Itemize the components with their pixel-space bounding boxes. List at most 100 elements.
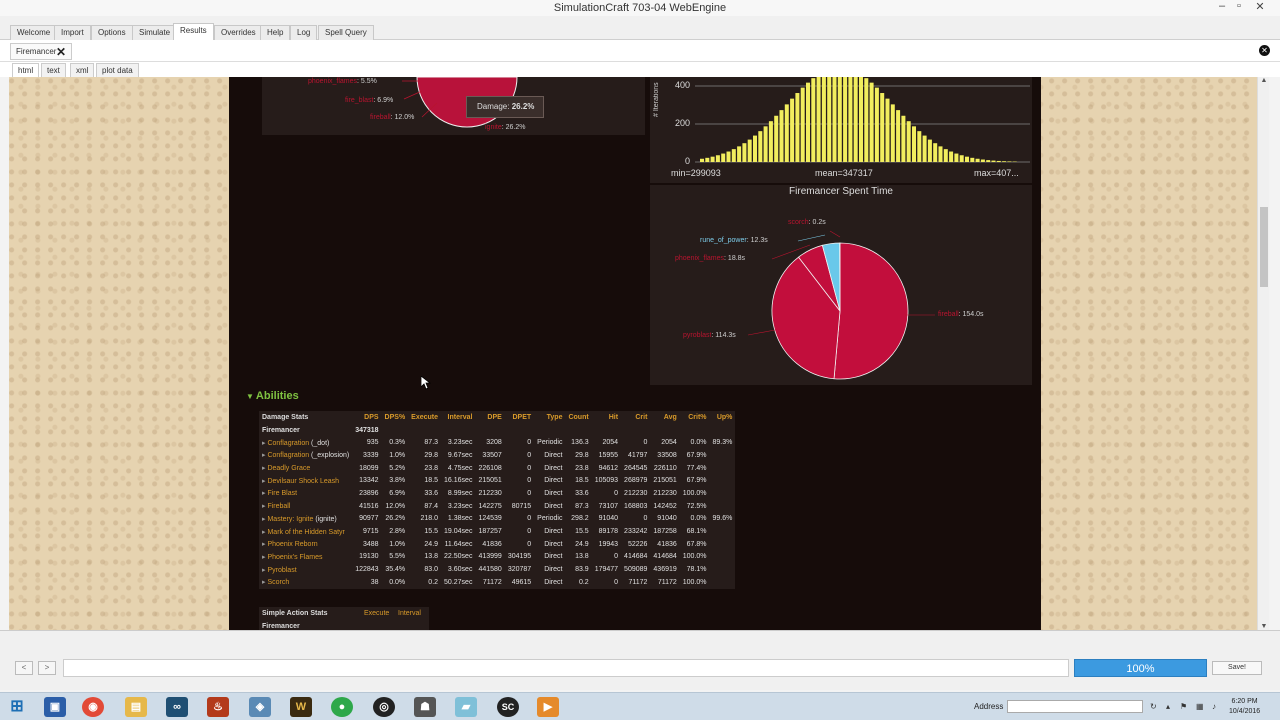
file-explorer-icon[interactable]: ▤	[125, 697, 147, 717]
green-app-icon[interactable]: ●	[331, 697, 353, 717]
ability-row[interactable]: ▸ Phoenix's Flames 19130 5.5% 13.8 22.50sec 4…	[259, 551, 735, 564]
tab-log[interactable]: Log	[290, 25, 318, 40]
ability-name[interactable]: ▸ Pyroblast	[259, 563, 352, 576]
ability-name[interactable]: ▸ Mastery: Ignite (ignite)	[259, 513, 352, 526]
column-header[interactable]: Up%	[710, 411, 736, 424]
ability-name[interactable]: ▸ Fire Blast	[259, 487, 352, 500]
ability-name[interactable]: ▸ Conflagration (_explosion)	[259, 449, 352, 462]
ability-name[interactable]: ▸ Fireball	[259, 500, 352, 513]
tab-overrides[interactable]: Overrides	[214, 25, 263, 40]
ability-name[interactable]: ▸ Scorch	[259, 576, 352, 589]
cell-exec: 87.4	[424, 502, 439, 510]
ability-row[interactable]: ▸ Scorch 38 0.0% 0.2 50.27sec 71172 49615 Direc…	[259, 576, 735, 589]
ability-row[interactable]: ▸ Deadly Grace 18099 5.2% 23.8 4.75sec 226108…	[259, 462, 735, 475]
ability-suffix: (_explosion)	[309, 452, 350, 460]
column-header[interactable]: Count	[565, 411, 591, 424]
pie-slice-fireball[interactable]	[833, 242, 909, 380]
tab-spell-query[interactable]: Spell Query	[318, 25, 374, 40]
histogram-bar	[864, 78, 869, 162]
volume-icon[interactable]: ♪	[1212, 702, 1216, 711]
ability-name[interactable]: ▸ Phoenix's Flames	[259, 551, 352, 564]
column-header[interactable]: Avg	[650, 411, 679, 424]
remote-desktop-icon[interactable]: ▣	[44, 697, 66, 717]
abilities-toggle[interactable]: ▼ Abilities	[246, 390, 299, 402]
scroll-down-icon[interactable]: ▼	[1258, 623, 1270, 630]
ability-name[interactable]: ▸ Devilsaur Shock Leash	[259, 474, 352, 487]
ability-row[interactable]: ▸ Conflagration (_explosion) 3339 1.0% 29.8…	[259, 449, 735, 462]
back-button[interactable]: <	[15, 661, 33, 675]
column-header[interactable]: Type	[534, 411, 565, 424]
ability-name[interactable]: ▸ Mark of the Hidden Satyr	[259, 525, 352, 538]
tab-options[interactable]: Options	[91, 25, 133, 40]
tab-simulate[interactable]: Simulate	[132, 25, 178, 40]
ability-name[interactable]: ▸ Conflagration (_dot)	[259, 436, 352, 449]
format-tab-xml[interactable]: xml	[70, 63, 95, 77]
ability-row[interactable]: ▸ Mastery: Ignite (ignite) 90977 26.2% 218.…	[259, 513, 735, 526]
torch-icon[interactable]: ♨	[207, 697, 229, 717]
ability-row[interactable]: ▸ Mark of the Hidden Satyr 9715 2.8% 15.5 19…	[259, 525, 735, 538]
chart-app-icon[interactable]: ◈	[249, 697, 271, 717]
start-windows-icon[interactable]: ⊞	[6, 697, 28, 717]
ability-name[interactable]: ▸ Phoenix Reborn	[259, 538, 352, 551]
column-header[interactable]: DPET	[505, 411, 534, 424]
histogram-bar	[965, 156, 969, 162]
result-tab-firemancer[interactable]: Firemancer ✕	[10, 43, 72, 60]
histogram-bar	[821, 77, 826, 162]
column-header[interactable]: Interval	[441, 411, 475, 424]
tab-results[interactable]: Results	[173, 23, 214, 41]
tab-import[interactable]: Import	[54, 25, 91, 40]
obs-icon[interactable]: ◎	[373, 697, 395, 717]
cell-type: Direct	[544, 528, 563, 536]
ability-row[interactable]: ▸ Fireball 41516 12.0% 87.4 3.23sec 142275 807…	[259, 500, 735, 513]
system-clock[interactable]: 6:20 PM 10/4/2016	[1229, 697, 1260, 717]
column-header[interactable]: DPS%	[382, 411, 409, 424]
vertical-scrollbar[interactable]: ▲ ▼	[1257, 77, 1269, 630]
close-tab-icon[interactable]: ✕	[56, 44, 66, 60]
cell-dpet: 0	[527, 464, 532, 472]
chrome-icon[interactable]: ◉	[82, 697, 104, 717]
forward-button[interactable]: >	[38, 661, 56, 675]
format-tab-html[interactable]: html	[12, 63, 40, 77]
report-viewport[interactable]: phoenix_flames: 5.5% fire_blast: 6.9% fi…	[9, 77, 1257, 630]
format-tab-plot-data[interactable]: plot data	[96, 63, 139, 77]
ability-row[interactable]: ▸ Pyroblast 122843 35.4% 83.0 3.60sec 441580 3…	[259, 563, 735, 576]
tab-help[interactable]: Help	[260, 25, 291, 40]
ability-row[interactable]: ▸ Fire Blast 23896 6.9% 33.6 8.99sec 212230 0 D…	[259, 487, 735, 500]
ability-label: Phoenix Reborn	[267, 541, 318, 549]
refresh-icon[interactable]: ↻	[1150, 702, 1157, 711]
scroll-up-icon[interactable]: ▲	[1258, 77, 1270, 84]
maximize-button[interactable]: ▫	[1228, 0, 1250, 16]
close-all-icon[interactable]: ✕	[1259, 45, 1270, 56]
ability-row[interactable]: ▸ Phoenix Reborn 3488 1.0% 24.9 11.64sec 4183…	[259, 538, 735, 551]
cell-type: Direct	[544, 502, 563, 510]
notes-icon[interactable]: ▰	[455, 697, 477, 717]
column-header[interactable]: Hit	[592, 411, 621, 424]
visual-studio-icon[interactable]: ∞	[166, 697, 188, 717]
column-header[interactable]: Execute	[408, 411, 441, 424]
cell-exec: 23.8	[424, 464, 439, 472]
column-header[interactable]: Damage Stats	[259, 411, 352, 424]
format-tab-text[interactable]: text	[41, 63, 66, 77]
simc-icon[interactable]: SC	[497, 697, 519, 717]
column-header[interactable]: DPS	[352, 411, 381, 424]
command-line-input[interactable]	[63, 659, 1069, 677]
tab-welcome[interactable]: Welcome	[10, 25, 58, 40]
ability-name[interactable]: ▸ Deadly Grace	[259, 462, 352, 475]
column-header[interactable]: DPE	[475, 411, 504, 424]
scroll-thumb[interactable]	[1260, 207, 1268, 287]
close-window-button[interactable]: ✕	[1249, 0, 1271, 16]
save-button[interactable]: Save!	[1212, 661, 1262, 675]
media-player-icon[interactable]: ▶	[537, 697, 559, 717]
column-header[interactable]: Crit	[621, 411, 650, 424]
tray-expand-icon[interactable]: ▴	[1166, 702, 1170, 711]
ability-row[interactable]: ▸ Conflagration (_dot) 935 0.3% 87.3 3.23sec…	[259, 436, 735, 449]
ability-row[interactable]: ▸ Devilsaur Shock Leash 13342 3.8% 18.5 16.1…	[259, 474, 735, 487]
network-icon[interactable]: ▦	[1196, 702, 1204, 711]
address-input[interactable]	[1007, 700, 1143, 713]
warcraft-icon[interactable]: W	[290, 697, 312, 717]
flag-icon[interactable]: ⚑	[1180, 702, 1187, 711]
cell-count: 18.5	[575, 477, 589, 485]
column-header[interactable]: Crit%	[680, 411, 710, 424]
helmet-app-icon[interactable]: ☗	[414, 697, 436, 717]
cell-exec: 24.9	[424, 540, 439, 548]
